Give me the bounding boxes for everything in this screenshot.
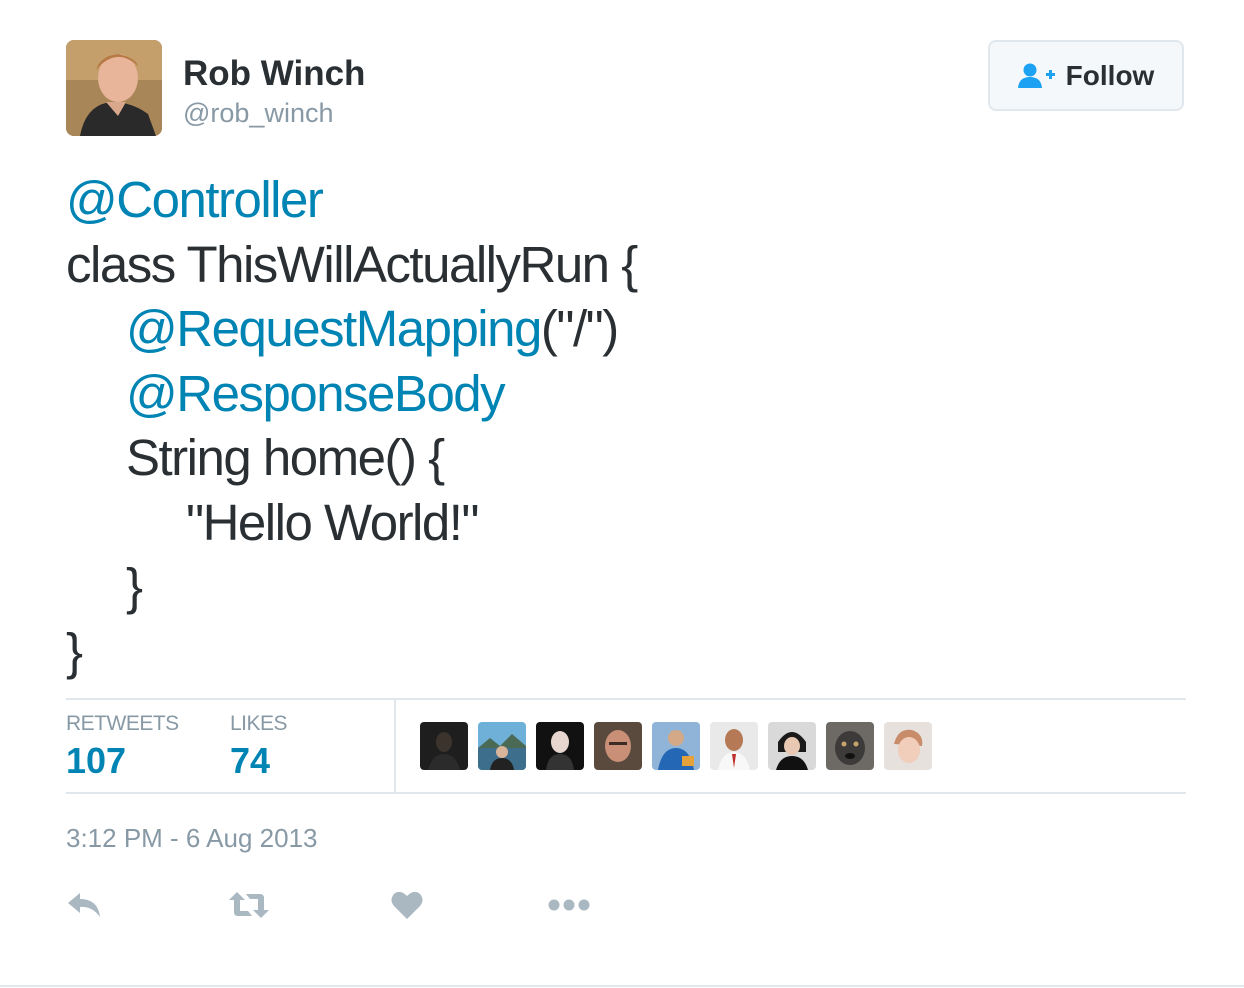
like-button[interactable] bbox=[391, 880, 423, 930]
author-avatar[interactable] bbox=[66, 40, 162, 136]
tweet-line: class ThisWillActuallyRun { bbox=[66, 233, 1186, 298]
likes-count: 74 bbox=[230, 740, 271, 781]
tweet-timestamp[interactable]: 3:12 PM - 6 Aug 2013 bbox=[66, 823, 318, 854]
liker-avatar-5[interactable] bbox=[652, 722, 700, 770]
tweet-bottom-border bbox=[0, 985, 1244, 987]
likes-stat[interactable]: LIKES 74 bbox=[230, 712, 288, 782]
stats-separator bbox=[394, 700, 396, 792]
tweet-line: @ResponseBody bbox=[66, 362, 1186, 427]
likes-label: LIKES bbox=[230, 712, 288, 735]
more-icon bbox=[548, 899, 590, 911]
stats-divider-top bbox=[66, 698, 1186, 700]
tweet-text: @Controller class ThisWillActuallyRun { … bbox=[66, 168, 1186, 684]
more-button[interactable] bbox=[548, 880, 590, 930]
tweet-line: } bbox=[66, 555, 1186, 620]
follow-button[interactable]: Follow bbox=[988, 40, 1184, 111]
liker-avatar-8[interactable] bbox=[826, 722, 874, 770]
mention-link[interactable]: @RequestMapping bbox=[126, 300, 542, 357]
tweet-line: @RequestMapping("/") bbox=[66, 297, 1186, 362]
liker-avatar-1[interactable] bbox=[420, 722, 468, 770]
mention-link[interactable]: @ResponseBody bbox=[126, 365, 506, 422]
follow-label: Follow bbox=[1065, 59, 1155, 91]
tweet-text-segment: ("/") bbox=[540, 300, 619, 357]
tweet-card: Rob Winch @rob_winch Follow @Controller … bbox=[0, 0, 1244, 988]
retweet-button[interactable] bbox=[228, 880, 270, 930]
retweet-icon bbox=[229, 892, 269, 918]
mention-link[interactable]: @Controller bbox=[66, 171, 324, 228]
reply-icon bbox=[68, 893, 100, 917]
tweet-text-segment: "Hello World!" bbox=[186, 493, 480, 551]
liker-avatar-3[interactable] bbox=[536, 722, 584, 770]
liker-avatar-2[interactable] bbox=[478, 722, 526, 770]
tweet-text-segment: } bbox=[126, 558, 143, 615]
tweet-line: String home() { bbox=[66, 426, 1186, 491]
liker-avatar-7[interactable] bbox=[768, 722, 816, 770]
liker-avatar-4[interactable] bbox=[594, 722, 642, 770]
tweet-line: @Controller bbox=[66, 168, 1186, 233]
liker-avatars bbox=[420, 722, 932, 770]
tweet-line: "Hello World!" bbox=[66, 491, 1186, 556]
liker-avatar-9[interactable] bbox=[884, 722, 932, 770]
tweet-text-segment: class ThisWillActuallyRun { bbox=[66, 235, 638, 293]
author-handle[interactable]: @rob_winch bbox=[183, 98, 333, 129]
add-user-icon bbox=[1017, 63, 1055, 88]
tweet-actions bbox=[66, 880, 666, 930]
retweets-stat[interactable]: RETWEETS 107 bbox=[66, 712, 179, 782]
retweets-count: 107 bbox=[66, 740, 127, 781]
tweet-text-segment: String home() { bbox=[126, 429, 445, 486]
tweet-text-segment: } bbox=[66, 622, 83, 680]
stats-divider-bottom bbox=[66, 792, 1186, 794]
retweets-label: RETWEETS bbox=[66, 712, 179, 735]
author-name[interactable]: Rob Winch bbox=[183, 54, 365, 94]
liker-avatar-6[interactable] bbox=[710, 722, 758, 770]
reply-button[interactable] bbox=[66, 880, 102, 930]
tweet-line: } bbox=[66, 620, 1186, 685]
profile-photo-icon bbox=[66, 40, 162, 136]
heart-icon bbox=[391, 891, 423, 919]
